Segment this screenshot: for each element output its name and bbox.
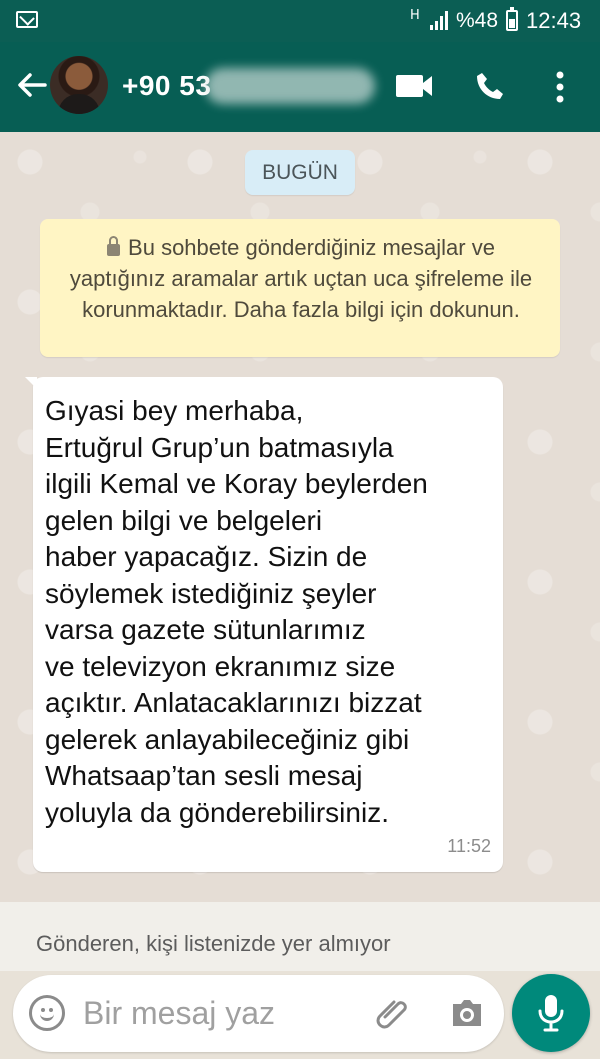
battery-icon bbox=[506, 7, 518, 31]
encryption-notice-text: Bu sohbete gönderdiğiniz mesajlar ve yap… bbox=[69, 235, 533, 322]
encryption-notice[interactable]: Bu sohbete gönderdiğiniz mesajlar ve yap… bbox=[40, 219, 560, 357]
chat-header: +90 53 bbox=[0, 42, 600, 132]
chat-area[interactable]: BUGÜN Bu sohbete gönderdiğiniz mesajlar … bbox=[0, 132, 600, 902]
message-composer[interactable]: Bir mesaj yaz bbox=[13, 975, 504, 1052]
camera-icon[interactable] bbox=[449, 996, 485, 1030]
message-time: 11:52 bbox=[447, 836, 491, 856]
emoji-icon[interactable] bbox=[29, 995, 65, 1031]
microphone-button[interactable] bbox=[512, 974, 590, 1052]
attachment-icon[interactable] bbox=[373, 993, 413, 1033]
signal-icon bbox=[430, 10, 452, 30]
video-call-icon[interactable] bbox=[395, 72, 433, 100]
contact-name[interactable]: +90 53 bbox=[122, 70, 211, 102]
status-bar: H %48 12:43 bbox=[0, 0, 600, 42]
unknown-sender-notice: Gönderen, kişi listenizde yer almıyor bbox=[0, 902, 600, 971]
battery-percentage: %48 bbox=[456, 9, 499, 32]
lock-icon bbox=[107, 236, 121, 256]
more-vert-icon[interactable] bbox=[553, 70, 567, 104]
microphone-icon bbox=[538, 995, 564, 1032]
message-text: Gıyasi bey merhaba, Ertuğrul Grup’un bat… bbox=[45, 395, 428, 828]
contact-avatar[interactable] bbox=[50, 56, 108, 114]
date-label: BUGÜN bbox=[245, 150, 355, 195]
message-notification-icon bbox=[16, 11, 38, 28]
back-arrow-icon[interactable] bbox=[14, 68, 48, 102]
phone-icon[interactable] bbox=[474, 70, 506, 102]
message-input-placeholder[interactable]: Bir mesaj yaz bbox=[83, 995, 275, 1032]
incoming-message-bubble[interactable]: Gıyasi bey merhaba, Ertuğrul Grup’un bat… bbox=[25, 377, 503, 872]
status-time: 12:43 bbox=[526, 8, 582, 33]
redacted-phone-number bbox=[205, 68, 375, 104]
network-type: H bbox=[410, 8, 420, 23]
